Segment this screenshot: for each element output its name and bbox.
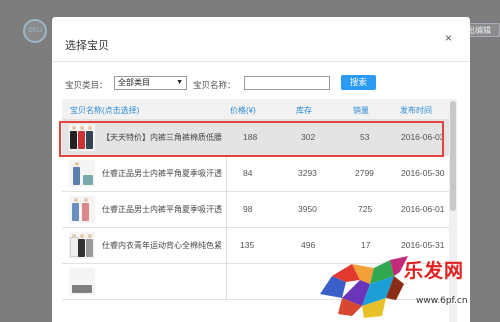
product-date: 2016-06-01 xyxy=(401,204,445,214)
category-label: 宝贝类目： xyxy=(65,80,108,90)
search-button[interactable]: 搜索 xyxy=(341,75,376,90)
scrollbar-thumb[interactable] xyxy=(450,101,456,211)
product-title: 【天天特价】内裤三角裤棉质低腰 xyxy=(102,133,222,142)
watermark-logo: 乐发网 www.6pf.cn xyxy=(312,252,500,322)
header-price: 价格(¥) xyxy=(230,106,256,115)
product-stock: 302 xyxy=(301,132,316,142)
product-date: 2016-05-30 xyxy=(401,168,445,178)
product-price: 84 xyxy=(243,168,253,178)
product-price: 98 xyxy=(243,204,253,214)
product-thumbnail xyxy=(69,268,95,295)
header-name: 宝贝名称(点击选择) xyxy=(70,106,140,115)
product-price: 135 xyxy=(240,240,255,250)
product-title: 仕睿正品男士内裤平角夏季吸汗透 xyxy=(102,205,222,214)
sku-badge: SKU xyxy=(23,19,47,43)
product-stock: 496 xyxy=(301,240,316,250)
name-search-input[interactable] xyxy=(244,76,330,90)
product-thumbnail xyxy=(69,160,95,187)
product-title: 仕睿内衣青年运动背心全棉纯色紧 xyxy=(102,241,222,250)
table-row[interactable]: 【天天特价】内裤三角裤棉质低腰 188 302 53 2016-06-03 xyxy=(62,120,449,156)
table-row[interactable]: 仕睿正品男士内裤平角夏季吸汗透 98 3950 725 2016-06-01 xyxy=(62,192,449,228)
header-stock: 库存 xyxy=(296,106,312,115)
product-title: 仕睿正品男士内裤平角夏季吸汗透 xyxy=(102,169,222,178)
header-sales: 销量 xyxy=(353,106,369,115)
table-header: 宝贝名称(点击选择) 价格(¥) 库存 销量 发布时间 xyxy=(62,99,449,120)
watermark-url: www.6pf.cn xyxy=(416,296,468,306)
close-icon[interactable]: × xyxy=(445,31,452,45)
product-thumbnail xyxy=(69,124,95,151)
product-sales: 53 xyxy=(360,132,370,142)
watermark-brand: 乐发网 xyxy=(404,260,465,282)
product-sales: 725 xyxy=(358,204,373,214)
dialog-title: 选择宝贝 xyxy=(65,40,109,52)
product-date: 2016-06-03 xyxy=(401,132,445,142)
table-row[interactable]: 仕睿正品男士内裤平角夏季吸汗透 84 3293 2799 2016-05-30 xyxy=(62,156,449,192)
category-select[interactable]: 全部类目 ▼ xyxy=(114,76,187,90)
product-sales: 17 xyxy=(361,240,371,250)
product-thumbnail xyxy=(69,196,95,223)
product-stock: 3950 xyxy=(298,204,317,214)
product-thumbnail xyxy=(69,232,95,259)
category-selected-value: 全部类目 xyxy=(118,78,150,87)
chevron-down-icon: ▼ xyxy=(176,79,183,86)
product-stock: 3293 xyxy=(298,168,317,178)
product-date: 2016-05-31 xyxy=(401,240,445,250)
product-sales: 2799 xyxy=(355,168,374,178)
name-label: 宝贝名称： xyxy=(193,80,236,90)
bull-logo-icon xyxy=(320,256,408,318)
title-divider xyxy=(52,61,470,62)
product-price: 188 xyxy=(243,132,258,142)
header-date: 发布时间 xyxy=(400,106,432,115)
